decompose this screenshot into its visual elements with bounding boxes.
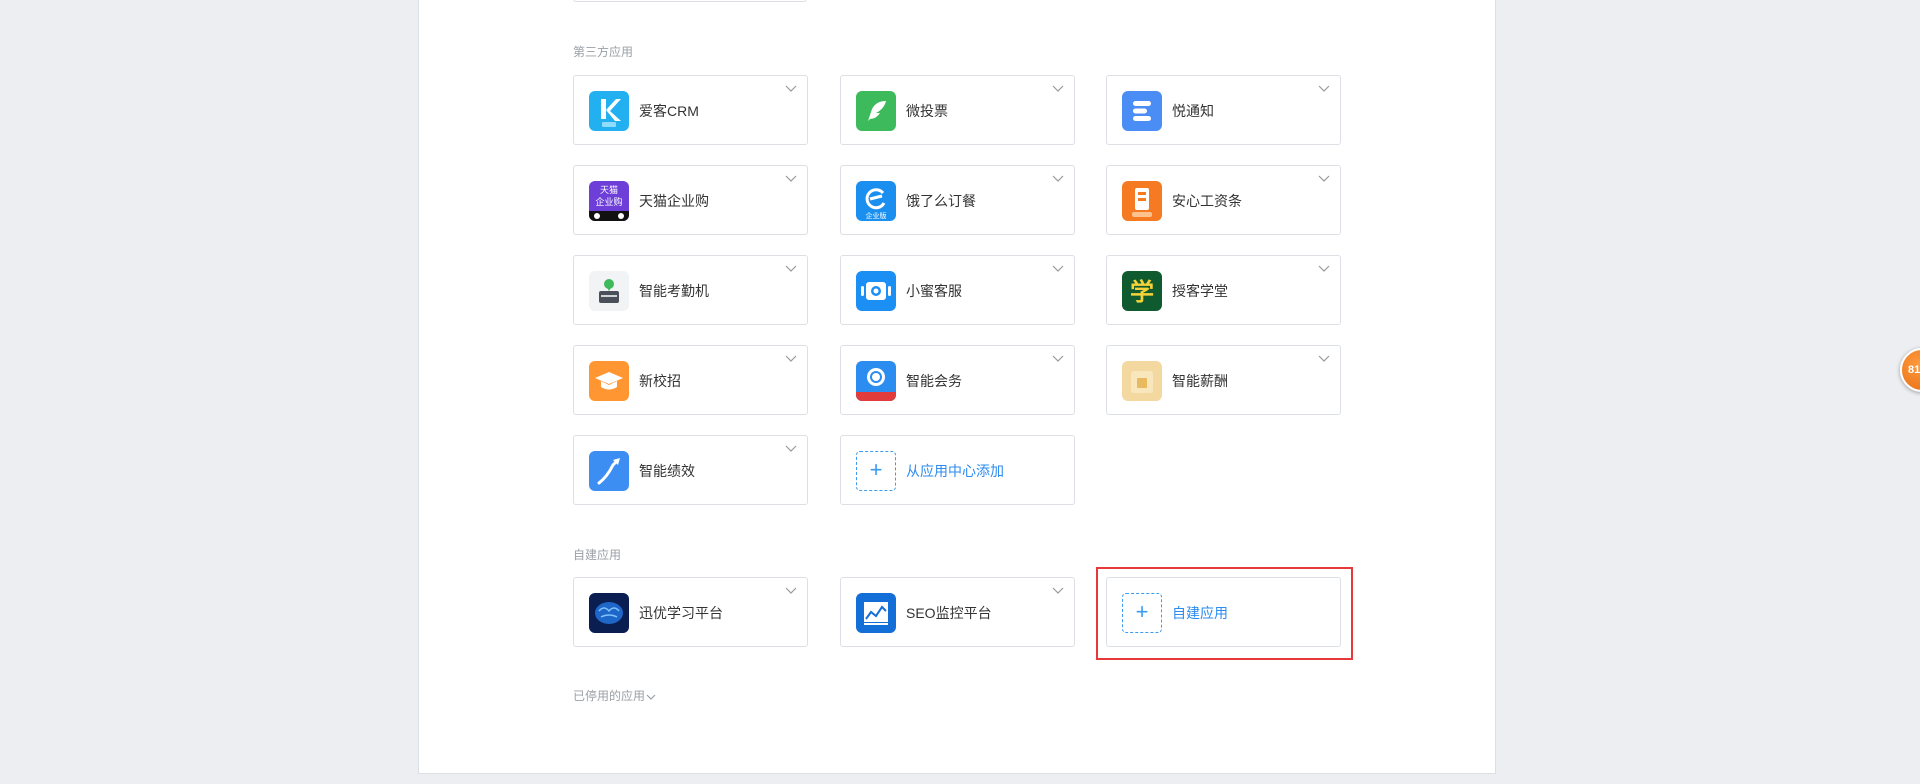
tmall-icon: 天猫 企业购 bbox=[589, 181, 629, 221]
app-name: 爱客CRM bbox=[639, 103, 699, 119]
app-name: SEO监控平台 bbox=[906, 605, 992, 621]
school-icon-text: 学 bbox=[1130, 278, 1154, 306]
app-name: 迅优学习平台 bbox=[639, 605, 723, 621]
chevron-down-icon[interactable] bbox=[1052, 585, 1064, 595]
app-card-customer-service[interactable]: 小蜜客服 bbox=[840, 255, 1075, 325]
app-name: 智能绩效 bbox=[639, 463, 695, 479]
chevron-down-icon[interactable] bbox=[785, 585, 797, 595]
brain-icon bbox=[589, 593, 629, 633]
chevron-down-icon[interactable] bbox=[1052, 263, 1064, 273]
attendance-machine-icon bbox=[589, 271, 629, 311]
app-name: 悦通知 bbox=[1172, 103, 1214, 119]
chevron-down-icon[interactable] bbox=[785, 443, 797, 453]
chevron-down-icon[interactable] bbox=[785, 83, 797, 93]
app-card-eleme[interactable]: 企业版 饿了么订餐 bbox=[840, 165, 1075, 235]
app-name: 安心工资条 bbox=[1172, 193, 1242, 209]
app-name: 新校招 bbox=[639, 373, 681, 389]
floating-assistant-badge[interactable]: 81 bbox=[1900, 348, 1920, 392]
tmall-icon-text-top: 天猫 bbox=[600, 184, 618, 196]
plus-icon: + bbox=[856, 451, 896, 491]
app-card-tmall[interactable]: 天猫 企业购 天猫企业购 bbox=[573, 165, 808, 235]
tmall-icon-text-bottom: 企业购 bbox=[595, 196, 622, 208]
chevron-down-icon[interactable] bbox=[785, 173, 797, 183]
app-card-school[interactable]: 学 授客学堂 bbox=[1106, 255, 1341, 325]
graduation-cap-icon bbox=[589, 361, 629, 401]
add-from-app-center-button[interactable]: + 从应用中心添加 bbox=[840, 435, 1075, 505]
app-name: 授客学堂 bbox=[1172, 283, 1228, 299]
highlight-box bbox=[1096, 567, 1353, 660]
app-name: 智能会务 bbox=[906, 373, 962, 389]
eleme-icon-text: 企业版 bbox=[866, 211, 887, 220]
customer-service-icon bbox=[856, 271, 896, 311]
app-card-vote[interactable]: 微投票 bbox=[840, 75, 1075, 145]
chevron-down-icon[interactable] bbox=[1052, 83, 1064, 93]
app-card-seo-monitor[interactable]: SEO监控平台 bbox=[840, 577, 1075, 647]
school-icon: 学 bbox=[1122, 271, 1162, 311]
disabled-apps-toggle[interactable]: 已停用的应用 bbox=[573, 687, 656, 704]
app-card-conference[interactable]: 智能会务 bbox=[840, 345, 1075, 415]
performance-icon bbox=[589, 451, 629, 491]
app-card-xunyou-learning[interactable]: 迅优学习平台 bbox=[573, 577, 808, 647]
salary-icon bbox=[1122, 361, 1162, 401]
app-card-performance[interactable]: 智能绩效 bbox=[573, 435, 808, 505]
add-from-app-center-label: 从应用中心添加 bbox=[906, 463, 1004, 479]
app-card-campus-recruit[interactable]: 新校招 bbox=[573, 345, 808, 415]
app-name: 智能薪酬 bbox=[1172, 373, 1228, 389]
previous-card-edge bbox=[573, 0, 807, 2]
chevron-down-icon[interactable] bbox=[1052, 353, 1064, 363]
chevron-down-icon[interactable] bbox=[1318, 263, 1330, 273]
notice-icon bbox=[1122, 91, 1162, 131]
app-name: 微投票 bbox=[906, 103, 948, 119]
chevron-down-icon[interactable] bbox=[785, 263, 797, 273]
app-card-salary[interactable]: 智能薪酬 bbox=[1106, 345, 1341, 415]
chevron-down-icon[interactable] bbox=[785, 353, 797, 363]
app-name: 饿了么订餐 bbox=[906, 193, 976, 209]
section-title-third-party: 第三方应用 bbox=[573, 45, 634, 59]
eleme-icon: 企业版 bbox=[856, 181, 896, 221]
section-title-custom: 自建应用 bbox=[573, 548, 622, 562]
chevron-down-icon[interactable] bbox=[1318, 83, 1330, 93]
app-name: 小蜜客服 bbox=[906, 283, 962, 299]
app-name: 天猫企业购 bbox=[639, 193, 709, 209]
app-card-attendance-machine[interactable]: 智能考勤机 bbox=[573, 255, 808, 325]
app-card-notice[interactable]: 悦通知 bbox=[1106, 75, 1341, 145]
app-management-panel: 第三方应用 爱客CRM 微投票 悦通知 天猫 企业购 天猫企业购 企业版 饿了么… bbox=[418, 0, 1496, 774]
app-card-aike-crm[interactable]: 爱客CRM bbox=[573, 75, 808, 145]
aike-crm-icon bbox=[589, 91, 629, 131]
chart-monitor-icon bbox=[856, 593, 896, 633]
floating-badge-text: 81 bbox=[1908, 364, 1920, 376]
chevron-down-icon[interactable] bbox=[1318, 353, 1330, 363]
chevron-down-icon[interactable] bbox=[1318, 173, 1330, 183]
app-card-payslip[interactable]: 安心工资条 bbox=[1106, 165, 1341, 235]
chevron-down-icon bbox=[646, 694, 656, 700]
conference-icon bbox=[856, 361, 896, 401]
vote-icon bbox=[856, 91, 896, 131]
chevron-down-icon[interactable] bbox=[1052, 173, 1064, 183]
payslip-icon bbox=[1122, 181, 1162, 221]
disabled-apps-label: 已停用的应用 bbox=[573, 689, 646, 703]
app-name: 智能考勤机 bbox=[639, 283, 709, 299]
